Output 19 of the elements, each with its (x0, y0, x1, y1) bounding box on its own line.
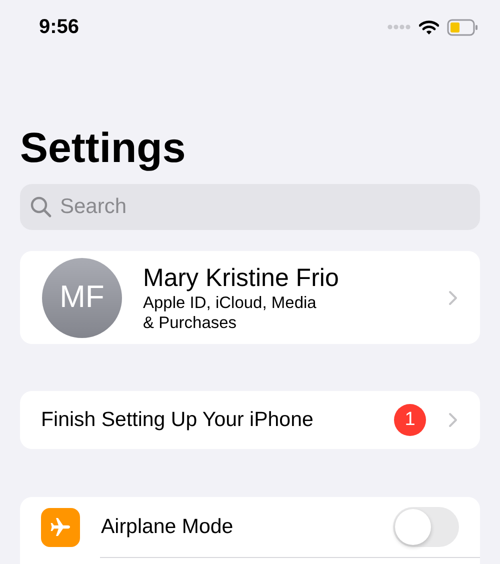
chevron-icon (448, 412, 458, 428)
search-field[interactable]: Search (20, 184, 480, 230)
airplane-icon (41, 508, 80, 546)
profile-name: Mary Kristine Frio (143, 262, 340, 292)
signal-dots-icon (387, 24, 411, 30)
page-title: Settings (20, 125, 187, 171)
battery-icon (447, 18, 478, 36)
search-icon (30, 196, 52, 218)
profile-subtitle: Apple ID, iCloud, Media & Purchases (143, 292, 318, 332)
setup-label: Finish Setting Up Your iPhone (41, 406, 314, 433)
setting-label: Airplane Mode (101, 514, 234, 540)
wifi-icon (419, 20, 439, 34)
avatar: MF (42, 258, 122, 338)
profile-card[interactable]: MF Mary Kristine Frio Apple ID, iCloud, Media & Purchases (20, 251, 480, 344)
setup-row[interactable]: Finish Setting Up Your iPhone 1 (20, 391, 480, 449)
notification-badge: 1 (394, 404, 426, 436)
status-time: 9:56 (39, 15, 80, 40)
chevron-icon (448, 290, 458, 306)
toggle-switch[interactable] (393, 507, 459, 547)
